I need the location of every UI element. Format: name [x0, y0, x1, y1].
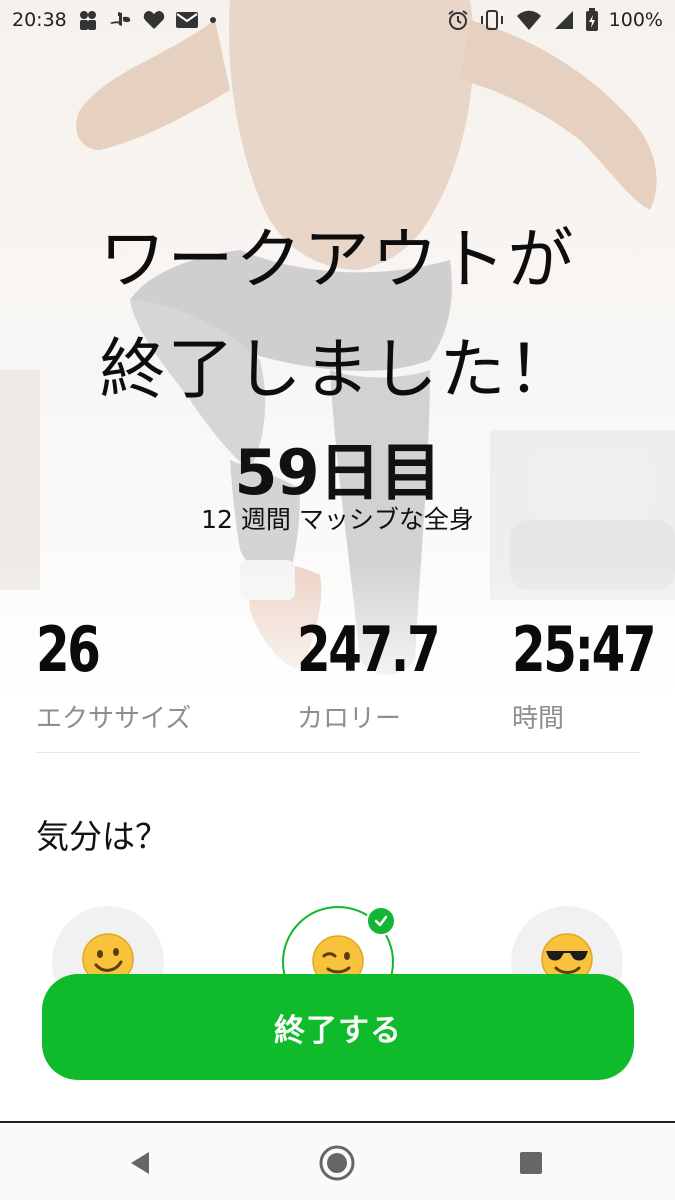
workout-stats: 26 エクササイズ 247.7 カロリー 25:47 時間 [0, 610, 675, 740]
workout-complete-title: ワークアウトが 終了しました！ [0, 205, 675, 425]
program-name: 12 週間 マッシブな全身 [201, 505, 474, 534]
status-right: 100% [447, 8, 663, 32]
mood-title: 気分は？ [36, 817, 168, 856]
battery-percentage: 100% [608, 9, 663, 31]
stat-value: 26 [36, 613, 101, 686]
heart-icon [143, 10, 165, 30]
stat-label: 時間 [512, 704, 565, 734]
stat-label: カロリー [297, 704, 402, 734]
title-line-2: 終了しました！ [99, 331, 576, 408]
back-icon [131, 1152, 149, 1174]
battery-icon [585, 8, 599, 32]
notification-icon [77, 10, 99, 30]
day-label: 59日目 [234, 436, 441, 509]
title-line-1: ワークアウトが [99, 221, 576, 298]
stat-calories: 247.7 カロリー [297, 610, 478, 735]
system-navigation-bar [0, 1123, 675, 1200]
recents-button[interactable] [509, 1141, 553, 1185]
vibrate-icon [479, 9, 505, 31]
signal-icon [553, 9, 575, 31]
stat-value: 247.7 [297, 613, 441, 686]
recents-icon [520, 1152, 542, 1174]
selected-check-icon [366, 906, 396, 936]
alarm-icon [447, 9, 469, 31]
status-bar: 20:38 100% [0, 0, 675, 40]
wifi-icon [515, 9, 543, 31]
status-left: 20:38 [12, 9, 217, 31]
home-button[interactable] [315, 1141, 359, 1185]
au-mail-icon [175, 11, 199, 29]
stat-exercises: 26 エクササイズ [36, 610, 191, 735]
playstation-icon [109, 11, 133, 29]
stat-value: 25:47 [512, 613, 657, 686]
divider [36, 752, 639, 753]
finish-button[interactable]: 終了する [42, 974, 634, 1080]
back-button[interactable] [118, 1141, 162, 1185]
status-time: 20:38 [12, 9, 67, 31]
stat-duration: 25:47 時間 [512, 610, 675, 735]
home-icon [319, 1145, 355, 1181]
dot-icon [209, 16, 217, 24]
stat-label: エクササイズ [36, 704, 192, 734]
